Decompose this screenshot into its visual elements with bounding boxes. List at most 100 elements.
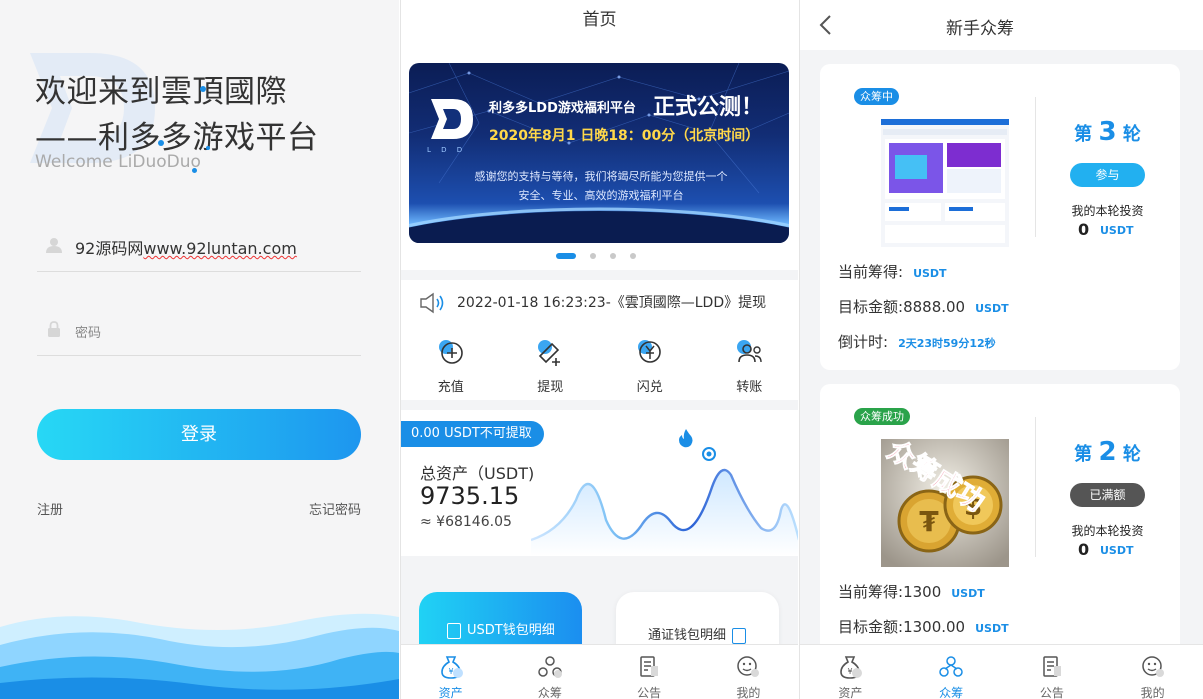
raised-unit: USDT bbox=[951, 587, 985, 600]
my-investment-value: 0 bbox=[1078, 220, 1090, 239]
join-button[interactable]: 参与 bbox=[1070, 163, 1145, 187]
tab-label: 资产 bbox=[838, 686, 863, 699]
notice-text[interactable]: 2022-01-18 16:23:23-《雲頂國際—LDD》提现 bbox=[457, 292, 766, 312]
round-number: 第 2 轮 bbox=[1035, 437, 1180, 467]
ldd-logo-icon bbox=[431, 99, 473, 139]
forgot-password-link[interactable]: 忘记密码 bbox=[309, 499, 361, 518]
password-field[interactable]: 密码 bbox=[37, 306, 361, 356]
banner-body-line: 感谢您的支持与等待，我们将竭尽所能为您提供一个 bbox=[474, 170, 728, 183]
tab-notice[interactable]: 公告 bbox=[600, 645, 699, 699]
carousel-dot[interactable] bbox=[556, 253, 576, 259]
username-prefix: 92源码网 bbox=[75, 239, 144, 258]
tab-profile[interactable]: 我的 bbox=[699, 645, 798, 699]
page-title: 首页 bbox=[401, 0, 798, 40]
action-label: 充值 bbox=[437, 380, 464, 395]
decor-dot bbox=[158, 140, 164, 146]
decor-dot bbox=[192, 168, 197, 173]
carousel-dot[interactable] bbox=[610, 253, 616, 259]
round-prefix: 第 bbox=[1074, 124, 1093, 145]
banner-date: 2020年8月1 日晚18：00分（北京时间） bbox=[489, 128, 760, 144]
tab-label: 公告 bbox=[1039, 686, 1064, 699]
tab-crowdfund[interactable]: 众筹 bbox=[500, 645, 599, 699]
total-asset-cny: ≈ ¥68146.05 bbox=[420, 514, 512, 530]
tab-crowdfund[interactable]: 众筹 bbox=[901, 645, 1002, 699]
app-root: 欢迎来到雲頂國際 ——利多多游戏平台 Welcome LiDuoDuo 92源码… bbox=[0, 0, 1203, 699]
carousel-indicators bbox=[556, 253, 636, 259]
password-input[interactable]: 密码 bbox=[75, 322, 101, 341]
decor-dot bbox=[200, 86, 206, 92]
action-label: 闪兑 bbox=[636, 380, 663, 395]
crowdfund-card[interactable]: 众筹成功 ₮ $ 众筹成功 第 2 轮 已满额 我的本轮投资 0 USDT 当前… bbox=[820, 384, 1180, 654]
carousel-dot[interactable] bbox=[630, 253, 636, 259]
banner-logo-caption: L D D bbox=[427, 146, 467, 154]
my-investment-unit: USDT bbox=[1100, 544, 1134, 557]
action-label: 转账 bbox=[736, 380, 763, 395]
crowdfund-card[interactable]: 众筹中 第 3 轮 参与 我的本轮投资 0 USDT 当前筹得: USDT 目标… bbox=[820, 64, 1180, 370]
action-transfer[interactable]: 转账 bbox=[700, 336, 799, 395]
target-unit: USDT bbox=[975, 302, 1009, 315]
welcome-subtitle: ——利多多游戏平台 bbox=[35, 120, 319, 156]
status-badge: 众筹成功 bbox=[854, 408, 910, 425]
asset-icon: ¥ bbox=[840, 656, 863, 679]
total-asset-label: 总资产（USDT) bbox=[420, 464, 535, 483]
wave-decoration bbox=[0, 613, 399, 699]
lock-icon bbox=[48, 321, 60, 337]
crowdfund-header: 新手众筹 bbox=[800, 0, 1203, 50]
svg-text:¥: ¥ bbox=[848, 667, 853, 676]
banner-headline: 利多多LDD游戏福利平台 bbox=[489, 101, 636, 116]
profile-icon bbox=[1141, 656, 1164, 677]
action-recharge[interactable]: 充值 bbox=[401, 336, 501, 395]
notice-section: 2022-01-18 16:23:23-《雲頂國際—LDD》提现 充值 提现 闪… bbox=[401, 280, 798, 400]
username-field[interactable]: 92源码网www.92luntan.com bbox=[37, 222, 361, 272]
target-value: 1300.00 bbox=[903, 618, 966, 636]
user-icon bbox=[46, 238, 62, 253]
tab-label: 公告 bbox=[637, 686, 662, 699]
profile-icon bbox=[737, 656, 760, 677]
action-label: 提现 bbox=[537, 380, 564, 395]
exchange-icon bbox=[637, 340, 661, 363]
speaker-icon bbox=[420, 292, 444, 314]
target-row: 目标金额:8888.00 USDT bbox=[838, 296, 1009, 317]
my-investment-value: 0 bbox=[1078, 540, 1090, 559]
banner-body: 感谢您的支持与等待，我们将竭尽所能为您提供一个 安全、专业、高效的游戏福利平台 bbox=[451, 167, 751, 205]
target-value: 8888.00 bbox=[903, 298, 966, 316]
raised-row: 当前筹得: USDT bbox=[838, 261, 947, 282]
username-link: www.92luntan.com bbox=[143, 239, 297, 258]
banner-headline-big: 正式公测！ bbox=[653, 95, 764, 120]
login-button[interactable]: 登录 bbox=[37, 409, 361, 460]
raised-row: 当前筹得:1300 USDT bbox=[838, 581, 985, 602]
quick-actions: 充值 提现 闪兑 转账 bbox=[401, 336, 798, 395]
svg-text:₮: ₮ bbox=[919, 505, 939, 538]
asset-trend-chart bbox=[531, 447, 798, 556]
full-button[interactable]: 已满额 bbox=[1070, 483, 1145, 507]
carousel-dot[interactable] bbox=[590, 253, 596, 259]
round-value: 3 bbox=[1098, 117, 1117, 147]
register-link[interactable]: 注册 bbox=[37, 499, 63, 518]
action-withdraw[interactable]: 提现 bbox=[501, 336, 601, 395]
username-input[interactable]: 92源码网www.92luntan.com bbox=[75, 235, 297, 259]
bottom-tabbar: ¥ 资产 众筹 公告 我的 bbox=[401, 644, 798, 699]
tab-assets[interactable]: ¥ 资产 bbox=[800, 645, 901, 699]
raised-value: 1300 bbox=[903, 583, 942, 601]
project-thumbnail bbox=[881, 119, 1009, 247]
crowdfund-panel: 新手众筹 众筹中 第 3 轮 参与 我的本轮投资 0 USDT 当前筹得: US… bbox=[799, 0, 1203, 699]
asset-icon: ¥ bbox=[440, 656, 463, 679]
transfer-icon bbox=[737, 340, 762, 363]
asset-card[interactable]: 0.00 USDT不可提取 总资产（USDT) 9735.15 ≈ ¥68146… bbox=[401, 410, 798, 556]
tab-profile[interactable]: 我的 bbox=[1102, 645, 1203, 699]
promo-banner[interactable]: L D D 利多多LDD游戏福利平台 正式公测！ 2020年8月1 日晚18：0… bbox=[409, 63, 789, 243]
notice-icon bbox=[640, 656, 659, 677]
wallet-icon bbox=[732, 627, 747, 644]
target-unit: USDT bbox=[975, 622, 1009, 635]
tab-assets[interactable]: ¥ 资产 bbox=[401, 645, 500, 699]
withdraw-icon bbox=[538, 340, 561, 366]
crowdfund-icon bbox=[939, 656, 963, 677]
total-asset-value: 9735.15 bbox=[420, 482, 520, 510]
tab-notice[interactable]: 公告 bbox=[1002, 645, 1103, 699]
usdt-wallet-label: USDT钱包明细 bbox=[467, 623, 555, 638]
my-investment-unit: USDT bbox=[1100, 224, 1134, 237]
countdown-value: 2天23时59分12秒 bbox=[898, 337, 996, 350]
raised-unit: USDT bbox=[913, 267, 947, 280]
token-wallet-label: 通证钱包明细 bbox=[648, 628, 727, 643]
action-exchange[interactable]: 闪兑 bbox=[600, 336, 700, 395]
